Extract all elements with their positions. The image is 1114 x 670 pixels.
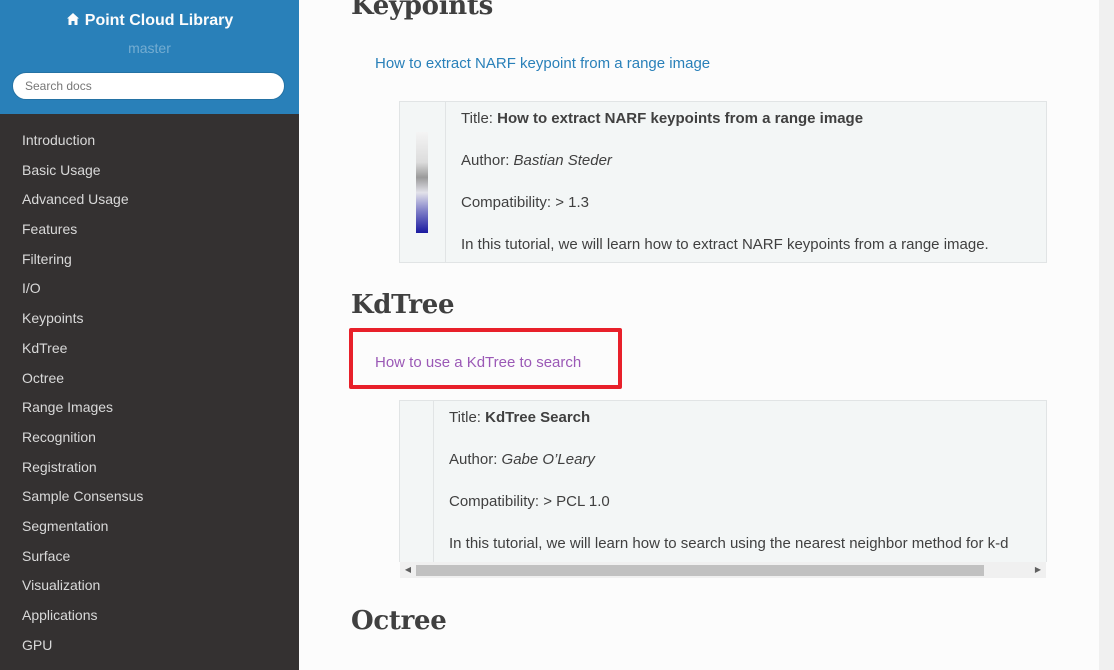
card-compat: > 1.3: [555, 194, 589, 211]
tutorial-link-narf-keypoint[interactable]: How to extract NARF keypoint from a rang…: [375, 55, 710, 72]
sidebar-item-recognition[interactable]: Recognition: [0, 423, 299, 453]
title-label: Title:: [461, 110, 498, 127]
card-author: Bastian Steder: [513, 152, 612, 169]
horizontal-scrollbar[interactable]: ◀ ▶: [400, 562, 1046, 578]
sidebar-item-applications[interactable]: Applications: [0, 601, 299, 631]
compat-label: Compatibility:: [449, 493, 544, 510]
sidebar-item-registration[interactable]: Registration: [0, 453, 299, 483]
sidebar-item-basic-usage[interactable]: Basic Usage: [0, 156, 299, 186]
highlight-box: [349, 328, 622, 389]
search-input[interactable]: [12, 72, 285, 100]
sidebar-header: Point Cloud Library master: [0, 0, 299, 114]
card-title: KdTree Search: [485, 409, 591, 426]
brand-label: Point Cloud Library: [84, 12, 234, 29]
sidebar-item-kdtree[interactable]: KdTree: [0, 334, 299, 364]
card-title-line: Title: How to extract NARF keypoints fro…: [461, 110, 863, 127]
card-title: How to extract NARF keypoints from a ran…: [497, 110, 864, 127]
section-heading-kdtree: KdTree: [351, 290, 455, 320]
author-label: Author:: [461, 152, 514, 169]
sidebar-item-keypoints[interactable]: Keypoints: [0, 304, 299, 334]
sidebar-nav: Introduction Basic Usage Advanced Usage …: [0, 126, 299, 660]
sidebar-item-advanced-usage[interactable]: Advanced Usage: [0, 185, 299, 215]
sidebar-item-sample-consensus[interactable]: Sample Consensus: [0, 482, 299, 512]
author-label: Author:: [449, 451, 502, 468]
thumbnail-column: [400, 401, 434, 562]
sidebar-item-gpu[interactable]: GPU: [0, 631, 299, 661]
tutorial-card-kdtree: Title: KdTree Search Author: Gabe O’Lear…: [399, 400, 1047, 562]
sidebar-item-visualization[interactable]: Visualization: [0, 571, 299, 601]
version-label: master: [128, 40, 171, 56]
tutorial-card-narf: Title: How to extract NARF keypoints fro…: [399, 101, 1047, 263]
sidebar-item-octree[interactable]: Octree: [0, 364, 299, 394]
card-compat-line: Compatibility: > PCL 1.0: [449, 493, 610, 510]
card-compat: > PCL 1.0: [543, 493, 610, 510]
card-author-line: Author: Gabe O’Leary: [449, 451, 595, 468]
sidebar-item-features[interactable]: Features: [0, 215, 299, 245]
card-author: Gabe O’Leary: [501, 451, 595, 468]
card-description: In this tutorial, we will learn how to e…: [461, 236, 989, 253]
narf-thumbnail-image: [416, 132, 428, 233]
sidebar: Point Cloud Library master Introduction …: [0, 0, 299, 670]
card-description: In this tutorial, we will learn how to s…: [449, 535, 1009, 552]
card-title-line: Title: KdTree Search: [449, 409, 590, 426]
home-icon: [66, 13, 79, 25]
card-author-line: Author: Bastian Steder: [461, 152, 612, 169]
scrollbar-thumb[interactable]: [416, 565, 984, 576]
card-compat-line: Compatibility: > 1.3: [461, 194, 589, 211]
vertical-scrollbar[interactable]: [1099, 0, 1114, 670]
section-heading-keypoints: Keypoints: [351, 0, 493, 21]
compat-label: Compatibility:: [461, 194, 556, 211]
section-heading-octree: Octree: [351, 606, 447, 636]
sidebar-item-range-images[interactable]: Range Images: [0, 393, 299, 423]
scroll-left-arrow-icon[interactable]: ◀: [400, 562, 416, 578]
brand-link[interactable]: Point Cloud Library: [0, 11, 299, 31]
sidebar-item-segmentation[interactable]: Segmentation: [0, 512, 299, 542]
thumbnail-column: [400, 102, 446, 262]
title-label: Title:: [449, 409, 486, 426]
sidebar-item-filtering[interactable]: Filtering: [0, 245, 299, 275]
sidebar-item-surface[interactable]: Surface: [0, 542, 299, 572]
scroll-right-arrow-icon[interactable]: ▶: [1030, 562, 1046, 578]
sidebar-item-io[interactable]: I/O: [0, 274, 299, 304]
sidebar-item-introduction[interactable]: Introduction: [0, 126, 299, 156]
